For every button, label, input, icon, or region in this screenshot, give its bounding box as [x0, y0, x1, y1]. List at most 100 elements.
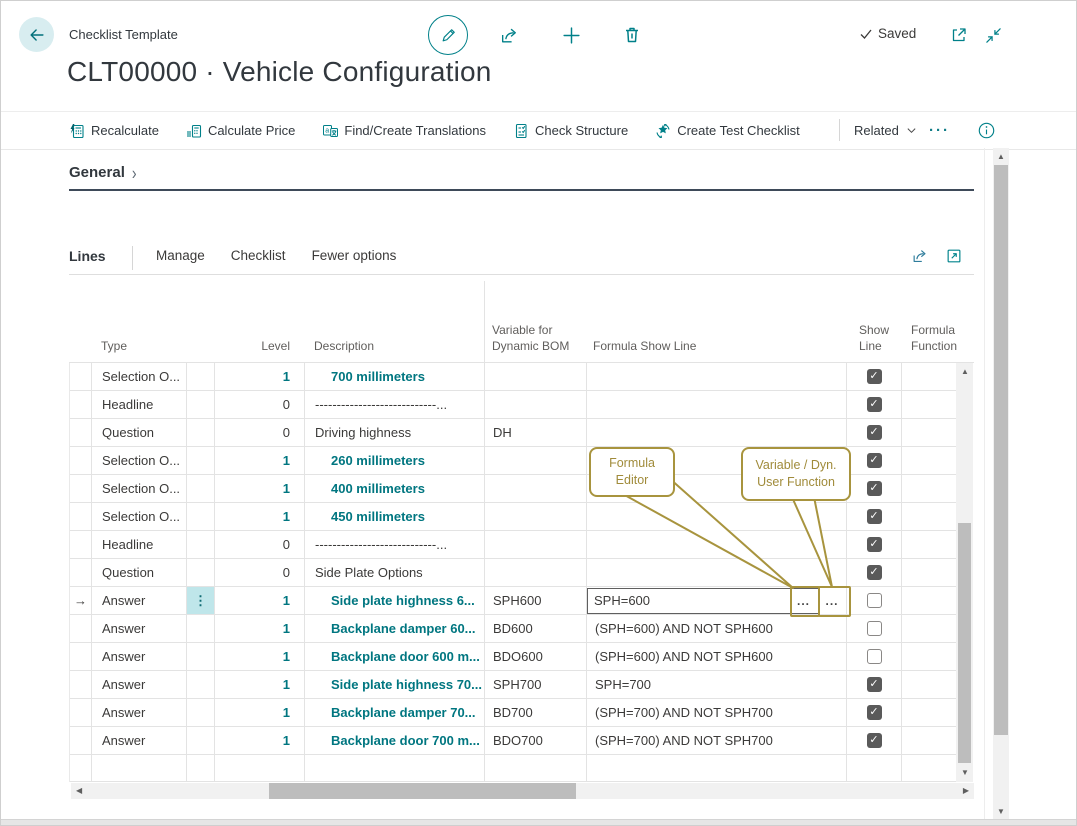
col-header-level[interactable]: Level [214, 338, 290, 354]
col-header-variable[interactable]: Variable for Dynamic BOM [492, 322, 569, 354]
cell-level[interactable]: 1 [215, 475, 305, 502]
cell-formula-show-line[interactable] [587, 363, 847, 390]
cell-formula-show-line[interactable] [587, 531, 847, 558]
show-line-checkbox-checked[interactable]: ✓ [867, 733, 882, 748]
cell-formula-show-line[interactable] [587, 503, 847, 530]
cell-row-menu[interactable] [187, 475, 215, 502]
cell-row-menu[interactable] [187, 671, 215, 698]
show-line-checkbox-checked[interactable]: ✓ [867, 397, 882, 412]
grid-row[interactable]: Headline0----------------------------...… [70, 391, 957, 419]
cell-show-line[interactable]: ✓ [847, 363, 902, 390]
cell-formula-function[interactable] [902, 671, 957, 698]
row-selection-marker[interactable] [70, 475, 92, 502]
cell-variable[interactable]: BD700 [485, 699, 587, 726]
show-line-checkbox-checked[interactable]: ✓ [867, 453, 882, 468]
cell-formula-show-line[interactable] [587, 559, 847, 586]
active-row-arrow-icon[interactable]: → [70, 587, 92, 614]
cell-show-line[interactable] [847, 643, 902, 670]
cell-formula-function[interactable] [902, 699, 957, 726]
cell-level[interactable]: 1 [215, 615, 305, 642]
grid-vertical-scrollbar[interactable]: ▲ ▼ [956, 363, 973, 782]
cell-description[interactable]: 700 millimeters [305, 363, 485, 390]
back-button[interactable] [19, 17, 54, 52]
show-line-checkbox-checked[interactable]: ✓ [867, 537, 882, 552]
cell-description[interactable]: Side Plate Options [305, 559, 485, 586]
row-selection-marker[interactable] [70, 559, 92, 586]
cell-description[interactable]: 400 millimeters [305, 475, 485, 502]
cell-formula-function[interactable] [902, 391, 957, 418]
action-find-create-translations[interactable]: aFind/Create Translations [322, 123, 486, 139]
cell-formula-function[interactable] [902, 643, 957, 670]
page-vertical-scrollbar[interactable]: ▲ ▼ [993, 148, 1009, 821]
variable-dyn-user-function-button[interactable]: ... [819, 588, 845, 614]
delete-button[interactable] [620, 23, 644, 47]
cell-level[interactable]: 0 [215, 559, 305, 586]
grid-row-empty[interactable] [70, 755, 957, 782]
page-scroll-down-arrow[interactable]: ▼ [997, 808, 1005, 816]
cell-description[interactable]: 450 millimeters [305, 503, 485, 530]
cell-variable[interactable] [485, 559, 587, 586]
cell-show-line[interactable]: ✓ [847, 391, 902, 418]
cell-description[interactable]: ----------------------------... [305, 531, 485, 558]
open-in-new-window-button[interactable] [948, 24, 970, 46]
cell-show-line[interactable]: ✓ [847, 531, 902, 558]
cell-type[interactable]: Selection O... [92, 503, 187, 530]
show-line-checkbox-checked[interactable]: ✓ [867, 509, 882, 524]
cell-type[interactable]: Answer [92, 671, 187, 698]
more-options-button[interactable]: ··· [929, 112, 950, 149]
focus-mode-button[interactable] [945, 247, 963, 265]
collapse-button[interactable] [982, 24, 1004, 46]
cell-show-line[interactable]: ✓ [847, 727, 902, 754]
cell-variable[interactable]: BDO600 [485, 643, 587, 670]
action-check-structure[interactable]: Check Structure [513, 123, 628, 139]
cell-variable[interactable] [485, 503, 587, 530]
cell-level[interactable]: 1 [215, 643, 305, 670]
grid-row[interactable]: Answer1Backplane door 700 m...BDO700(SPH… [70, 727, 957, 755]
general-section-header[interactable]: General › [69, 164, 137, 181]
cell-formula-show-line[interactable] [587, 419, 847, 446]
row-selection-marker[interactable] [70, 363, 92, 390]
grid-row[interactable]: Headline0----------------------------...… [70, 531, 957, 559]
cell-show-line[interactable]: ✓ [847, 447, 902, 474]
cell-type[interactable]: Selection O... [92, 447, 187, 474]
cell-row-menu[interactable] [187, 363, 215, 390]
cell-level[interactable]: 1 [215, 363, 305, 390]
row-selection-marker[interactable] [70, 727, 92, 754]
cell-level[interactable]: 1 [215, 587, 305, 614]
row-selection-marker[interactable] [70, 419, 92, 446]
cell-show-line[interactable]: ✓ [847, 475, 902, 502]
cell-type[interactable]: Selection O... [92, 363, 187, 390]
cell-row-menu[interactable] [187, 447, 215, 474]
row-selection-marker[interactable] [70, 699, 92, 726]
cell-show-line[interactable]: ✓ [847, 559, 902, 586]
grid-horizontal-scrollbar[interactable]: ◀ ▶ [71, 783, 974, 799]
cell-show-line[interactable] [847, 615, 902, 642]
cell-formula-show-line[interactable]: SPH=600...... [587, 587, 847, 614]
row-selection-marker[interactable] [70, 643, 92, 670]
cell-formula-show-line[interactable]: (SPH=700) AND NOT SPH700 [587, 699, 847, 726]
cell-formula-function[interactable] [902, 531, 957, 558]
grid-row[interactable]: Selection O... 1700 millimeters ✓ [70, 363, 957, 391]
lines-menu-manage[interactable]: Manage [156, 248, 205, 263]
formula-editor-assist-button[interactable]: ... [797, 598, 810, 604]
cell-row-menu[interactable] [187, 419, 215, 446]
action-recalculate[interactable]: Recalculate [69, 123, 159, 139]
cell-row-menu[interactable] [187, 391, 215, 418]
col-header-formula-function[interactable]: Formula Function [911, 322, 957, 354]
action-create-test-checklist[interactable]: Create Test Checklist [655, 123, 800, 139]
grid-row[interactable]: Selection O...1450 millimeters✓ [70, 503, 957, 531]
cell-description[interactable]: 260 millimeters [305, 447, 485, 474]
cell-description[interactable]: Backplane damper 70... [305, 699, 485, 726]
share-button[interactable] [497, 23, 521, 47]
cell-variable[interactable]: BD600 [485, 615, 587, 642]
cell-description[interactable]: Backplane door 700 m... [305, 727, 485, 754]
show-line-checkbox-checked[interactable]: ✓ [867, 677, 882, 692]
grid-scroll-up-arrow[interactable]: ▲ [961, 368, 969, 376]
cell-description[interactable]: Side plate highness 6... [305, 587, 485, 614]
formula-show-line-input[interactable]: SPH=600... [587, 588, 819, 614]
cell-formula-function[interactable] [902, 615, 957, 642]
cell-formula-show-line[interactable]: (SPH=600) AND NOT SPH600 [587, 615, 847, 642]
cell-formula-show-line[interactable]: (SPH=600) AND NOT SPH600 [587, 643, 847, 670]
page-vscroll-thumb[interactable] [994, 165, 1008, 735]
cell-level[interactable]: 0 [215, 531, 305, 558]
